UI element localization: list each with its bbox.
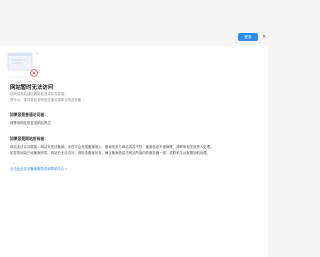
owner-section-title: 如果您是网站所有者：: [10, 137, 48, 141]
top-bar: [0, 0, 268, 24]
login-button[interactable]: 登录: [238, 33, 258, 41]
close-icon[interactable]: ✕: [262, 33, 268, 41]
visitor-section-title: 如果您是普通访问者：: [10, 113, 48, 117]
error-subtitle-1: 该网站未能通过网络检查或存在异常,: [10, 92, 66, 96]
help-center-link[interactable]: 点击此处访问备案服务查询帮助中心 >: [10, 166, 67, 171]
owner-section-line-1: 网站无法访问原因：网站未完成备案、未在平台完成备案接入、备案信息与网站内容不符、…: [10, 145, 214, 149]
page: 登录 ✕ 网站暂时无法访问 该网站未能通过网络检查或存在异常, 您可以：重试或检…: [0, 0, 268, 257]
error-card: 网站暂时无法访问 该网站未能通过网络检查或存在异常, 您可以：重试或检查网络连接…: [0, 46, 268, 257]
error-subtitle-2: 您可以：重试或检查网络连接后重新访问此页面: [10, 98, 82, 102]
owner-section-line-2: 如您的网站已经备案完成，网站仍无法访问，请检查备案状态，确认备案信息与网站所指向…: [10, 151, 211, 155]
visitor-section-text: 请等待网站恢复或稍后再试: [10, 121, 51, 125]
error-title: 网站暂时无法访问: [10, 85, 54, 91]
broken-page-icon: [6, 50, 42, 78]
